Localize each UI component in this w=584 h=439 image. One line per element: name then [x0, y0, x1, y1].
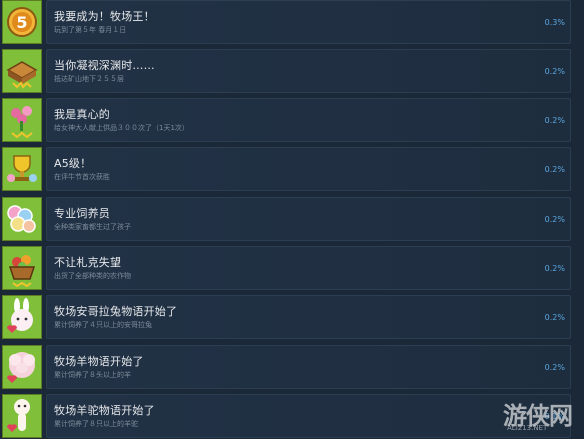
unlock-percentage: 0.1% [544, 412, 565, 421]
livestock-eggs-icon [2, 197, 42, 241]
unlock-percentage: 0.2% [544, 264, 565, 273]
achievement-description: 累计饲养了８只以上的羊驼 [54, 420, 138, 428]
achievement-panel: 专业饲养员全种类家畜都生过了孩子 0.2% [46, 197, 571, 241]
achievement-description: 全种类家畜都生过了孩子 [54, 223, 131, 231]
unlock-percentage: 0.2% [544, 363, 565, 372]
svg-text:5: 5 [16, 13, 27, 32]
unlock-percentage: 0.2% [544, 165, 565, 174]
achievement-row[interactable]: 5 我要成为！牧场王！ 玩到了第５年 春月１日 0.3% [0, 0, 584, 44]
achievement-panel: A5级！ 在评牛节首次获胜 0.2% [46, 147, 571, 191]
mine-crate-icon [2, 49, 42, 93]
flower-offering-icon [2, 98, 42, 142]
angora-rabbit-icon [2, 295, 42, 339]
achievement-description: 抵达矿山地下２５５层 [54, 75, 124, 83]
achievement-panel: 不让札克失望出货了全部种类的农作物 0.2% [46, 246, 571, 290]
achievement-row[interactable]: 牧场羊物语开始了累计饲养了８头以上的羊 0.2% [0, 345, 584, 389]
achievement-title: 牧场羊驼物语开始了 [54, 404, 155, 417]
achievement-description: 累计饲养了８头以上的羊 [54, 371, 131, 379]
achievement-row[interactable]: 牧场羊驼物语开始了累计饲养了８只以上的羊驼 0.1% [0, 394, 584, 438]
achievement-title: 牧场羊物语开始了 [54, 355, 144, 368]
crop-basket-icon [2, 246, 42, 290]
achievement-panel: 我是真心的给女神大人献上供品３００次了（1天1次） 0.2% [46, 98, 571, 142]
achievement-title: 专业饲养员 [54, 207, 110, 220]
alpaca-icon [2, 394, 42, 438]
medal-five-icon: 5 [2, 0, 42, 44]
achievement-panel: 我要成为！牧场王！ 玩到了第５年 春月１日 0.3% [46, 0, 571, 44]
unlock-percentage: 0.2% [544, 215, 565, 224]
unlock-percentage: 0.2% [544, 313, 565, 322]
achievement-row[interactable]: 当你凝视深渊时…… 抵达矿山地下２５５层 0.2% [0, 49, 584, 93]
achievement-description: 玩到了第５年 春月１日 [54, 26, 127, 34]
achievement-panel: 牧场安哥拉兔物语开始了累计饲养了４只以上的安哥拉兔 0.2% [46, 295, 571, 339]
achievement-row[interactable]: 牧场安哥拉兔物语开始了累计饲养了４只以上的安哥拉兔 0.2% [0, 295, 584, 339]
achievement-row[interactable]: 我是真心的给女神大人献上供品３００次了（1天1次） 0.2% [0, 98, 584, 142]
achievement-row[interactable]: 专业饲养员全种类家畜都生过了孩子 0.2% [0, 197, 584, 241]
achievement-title: 我要成为！牧场王！ [54, 10, 155, 23]
achievement-panel: 牧场羊物语开始了累计饲养了８头以上的羊 0.2% [46, 345, 571, 389]
achievement-description: 给女神大人献上供品３００次了（1天1次） [54, 124, 189, 132]
achievement-row[interactable]: 不让札克失望出货了全部种类的农作物 0.2% [0, 246, 584, 290]
achievement-title: A5级！ [54, 157, 92, 170]
achievement-title: 牧场安哥拉兔物语开始了 [54, 305, 178, 318]
achievement-title: 当你凝视深渊时…… [54, 59, 155, 72]
unlock-percentage: 0.2% [544, 116, 565, 125]
achievement-description: 在评牛节首次获胜 [54, 173, 110, 181]
achievement-description: 出货了全部种类的农作物 [54, 272, 131, 280]
achievement-panel: 牧场羊驼物语开始了累计饲养了８只以上的羊驼 0.1% [46, 394, 571, 438]
achievement-panel: 当你凝视深渊时…… 抵达矿山地下２５５层 0.2% [46, 49, 571, 93]
achievement-row[interactable]: A5级！ 在评牛节首次获胜 0.2% [0, 147, 584, 191]
unlock-percentage: 0.2% [544, 67, 565, 76]
trophy-cup-icon [2, 147, 42, 191]
achievement-description: 累计饲养了４只以上的安哥拉兔 [54, 321, 152, 329]
sheep-icon [2, 345, 42, 389]
achievement-title: 我是真心的 [54, 108, 110, 121]
achievement-title: 不让札克失望 [54, 256, 122, 269]
unlock-percentage: 0.3% [544, 18, 565, 27]
